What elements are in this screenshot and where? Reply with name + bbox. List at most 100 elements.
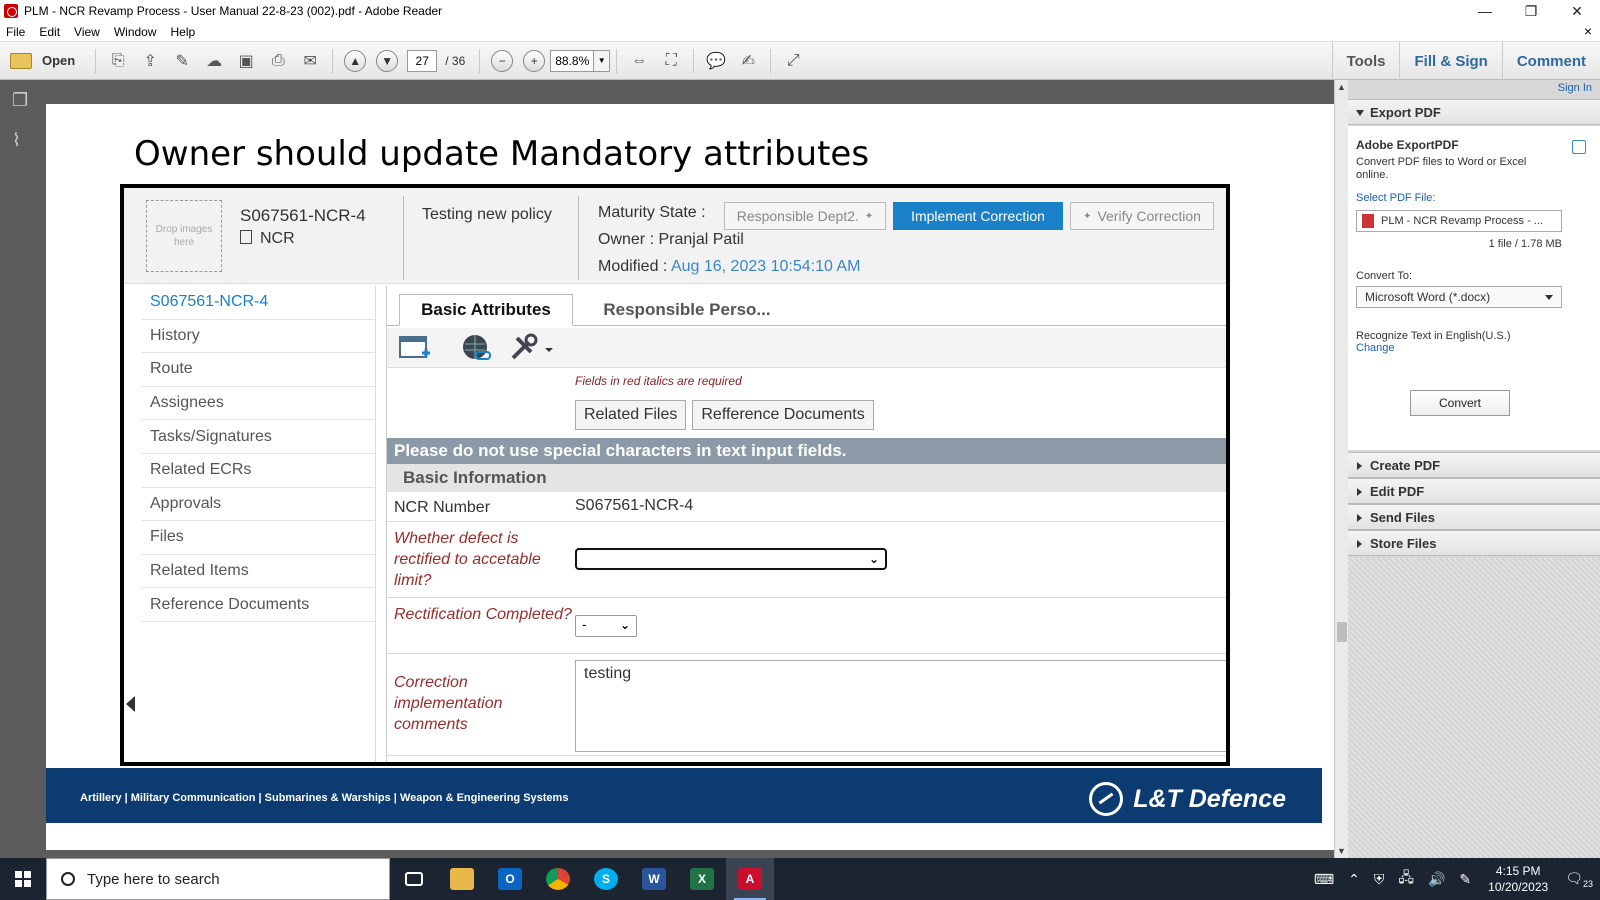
nav-item-tasks: Tasks/Signatures <box>142 420 375 454</box>
related-files-button: Related Files <box>575 400 687 430</box>
state-label: Verify Correction <box>1097 208 1201 224</box>
close-button[interactable]: ✕ <box>1554 0 1600 22</box>
scroll-thumb[interactable] <box>1337 622 1347 642</box>
print-icon[interactable]: ⎙ <box>267 50 289 72</box>
pen-icon[interactable]: ✎ <box>1459 871 1471 888</box>
next-page-icon[interactable]: ▼ <box>376 49 399 72</box>
menu-view[interactable]: View <box>74 25 100 39</box>
open-button[interactable]: Open <box>10 52 75 69</box>
state-arrow-icon: ✦ <box>1083 210 1092 222</box>
start-button[interactable] <box>0 858 46 900</box>
email-icon[interactable]: ✉ <box>299 50 321 72</box>
nav-item-record: S067561-NCR-4 <box>142 286 375 320</box>
volume-icon[interactable]: 🔊 <box>1428 871 1445 888</box>
edit-pdf-header[interactable]: Edit PDF <box>1348 478 1600 504</box>
acrobat-icon: A <box>738 868 762 890</box>
required-fields-note: Fields in red italics are required <box>575 374 742 388</box>
maximize-button[interactable]: ❐ <box>1508 0 1554 22</box>
record-description: Testing new policy <box>422 206 552 223</box>
header-divider <box>578 196 579 280</box>
field-row-defect-rectified: Whether defect is rectified to accetable… <box>387 522 1226 598</box>
zoom-input[interactable]: 88.8% <box>550 49 595 72</box>
clock-date: 10/20/2023 <box>1488 880 1549 894</box>
search-placeholder: Type here to search <box>87 870 220 888</box>
minimize-button[interactable]: — <box>1462 0 1508 22</box>
windows-logo-icon <box>15 871 31 887</box>
word-button[interactable]: W <box>630 858 678 900</box>
network-icon[interactable]: 🖧 <box>1398 867 1414 891</box>
convert-to-select[interactable]: Microsoft Word (*.docx) <box>1356 286 1562 308</box>
fit-page-icon[interactable]: ⛶ <box>660 50 682 72</box>
tools-tab[interactable]: Tools <box>1331 42 1400 80</box>
chevron-down-icon: ⌄ <box>619 618 630 632</box>
convert-button[interactable]: Convert <box>1410 390 1510 416</box>
edit-pdf-icon[interactable]: ✎ <box>171 50 193 72</box>
export-pdf-header[interactable]: Export PDF <box>1348 99 1600 125</box>
outlook-button[interactable]: O <box>486 858 534 900</box>
drop-images-zone: Drop images here <box>146 200 222 272</box>
file-explorer-button[interactable] <box>438 858 486 900</box>
nav-item-history: History <box>142 320 375 354</box>
selected-file-box[interactable]: PLM - NCR Revamp Process - ... <box>1356 210 1562 232</box>
comment-tab[interactable]: Comment <box>1501 42 1600 80</box>
sticky-note-icon[interactable]: 💬 <box>705 50 727 72</box>
chrome-button[interactable] <box>534 858 582 900</box>
task-view-button[interactable] <box>390 858 438 900</box>
zoom-out-icon[interactable]: − <box>491 49 514 72</box>
change-language-link[interactable]: Change <box>1356 342 1395 354</box>
action-icons-row <box>387 328 1226 368</box>
full-screen-icon[interactable]: ⤢ <box>782 50 804 72</box>
zoom-dropdown-icon[interactable]: ▼ <box>594 49 611 72</box>
attachments-icon[interactable]: ⌇ <box>12 130 32 152</box>
document-scrollbar[interactable]: ▲ ▼ <box>1334 80 1348 858</box>
scroll-down-icon[interactable]: ▼ <box>1337 846 1346 856</box>
page-number-input[interactable]: 27 <box>407 49 438 72</box>
tab-bar: Basic Attributes Responsible Perso... <box>387 286 1226 326</box>
document-area: Owner should update Mandatory attributes… <box>44 80 1348 858</box>
create-pdf-icon[interactable]: ⎘ <box>107 50 129 72</box>
slide-footer: Artillery | Military Communication | Sub… <box>46 768 1322 823</box>
menu-edit[interactable]: Edit <box>39 25 60 39</box>
export-info-icon[interactable] <box>1572 140 1586 154</box>
scroll-up-icon[interactable]: ▲ <box>1337 82 1346 92</box>
save-icon[interactable]: ▣ <box>235 50 257 72</box>
clock-time: 4:15 PM <box>1495 864 1541 878</box>
menu-file[interactable]: File <box>6 25 25 39</box>
acrobat-button[interactable]: A <box>726 858 774 900</box>
highlight-icon[interactable]: ✍ <box>737 50 759 72</box>
logo-text: L&T Defence <box>1133 784 1286 813</box>
taskbar-search[interactable]: Type here to search <box>46 858 390 900</box>
fill-sign-tab[interactable]: Fill & Sign <box>1399 42 1501 80</box>
close-document-button[interactable]: × <box>1584 23 1592 39</box>
export-pdf-icon[interactable]: ⇪ <box>139 50 161 72</box>
send-files-header[interactable]: Send Files <box>1348 504 1600 530</box>
field-row-correction-comments: Correction implementation comments testi… <box>387 654 1226 756</box>
rectification-completed-label: Rectification Completed? <box>394 606 572 623</box>
state-label: Implement Correction <box>911 208 1045 224</box>
skype-button[interactable]: S <box>582 858 630 900</box>
cloud-upload-icon[interactable]: ☁ <box>203 50 225 72</box>
convert-to-label: Convert To: <box>1356 270 1413 282</box>
warning-banner: Please do not use special characters in … <box>387 438 1226 464</box>
previous-page-icon[interactable]: ▲ <box>344 49 367 72</box>
new-window-icon <box>397 332 433 364</box>
pdf-page: Owner should update Mandatory attributes… <box>46 104 1348 850</box>
fit-width-icon[interactable]: ⇔ <box>628 50 650 72</box>
keyboard-icon[interactable]: ⌨ <box>1314 871 1334 888</box>
page-thumbnails-icon[interactable]: ❐ <box>12 90 32 112</box>
related-buttons: Related Files Refference Documents <box>575 400 880 432</box>
zoom-in-icon[interactable]: + <box>523 49 546 72</box>
menu-help[interactable]: Help <box>171 25 196 39</box>
chrome-icon <box>546 868 570 890</box>
clock[interactable]: 4:15 PM 10/20/2023 <box>1488 863 1548 895</box>
menu-window[interactable]: Window <box>114 25 157 39</box>
store-files-header[interactable]: Store Files <box>1348 530 1600 556</box>
notifications-icon[interactable]: 🗨23 <box>1565 870 1593 889</box>
create-pdf-header[interactable]: Create PDF <box>1348 452 1600 478</box>
field-row-rectification-completed: Rectification Completed? - ⌄ <box>387 598 1226 654</box>
toolbar-separator <box>770 48 772 73</box>
security-icon[interactable]: ⛨ <box>1374 871 1385 888</box>
excel-button[interactable]: X <box>678 858 726 900</box>
sign-in-link[interactable]: Sign In <box>1558 82 1592 94</box>
show-hidden-icons-icon[interactable]: ⌃ <box>1348 871 1360 888</box>
